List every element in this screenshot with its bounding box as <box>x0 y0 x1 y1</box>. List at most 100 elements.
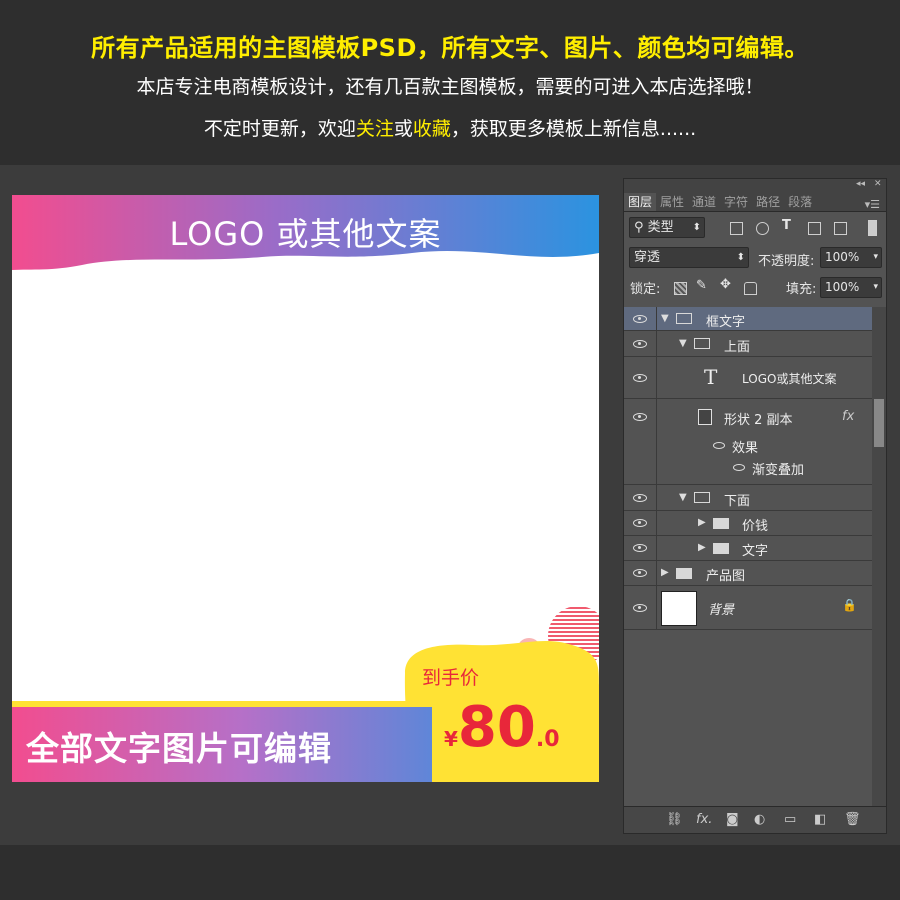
visibility-toggle[interactable] <box>624 399 657 435</box>
lock-transparency-icon[interactable] <box>674 282 687 295</box>
opacity-value: 100% <box>825 250 860 264</box>
favorite-highlight: 收藏 <box>412 118 451 140</box>
filter-select[interactable]: ⚲ 类型 ⬍ <box>629 217 705 238</box>
collapse-arrow-icon[interactable]: ▶ <box>698 517 706 528</box>
fill-field[interactable]: 100% ▾ <box>820 277 882 298</box>
pixel-filter-icon[interactable] <box>730 222 743 235</box>
layer-name: 价钱 <box>742 519 769 534</box>
folder-icon <box>694 338 710 349</box>
visibility-toggle[interactable] <box>624 457 657 484</box>
eye-icon <box>633 413 647 421</box>
layer-row-lower[interactable]: ▼ 下面 <box>624 485 872 511</box>
new-group-icon[interactable]: ▭ <box>784 812 796 827</box>
tab-layers[interactable]: 图层 <box>624 193 657 211</box>
lock-brush-icon[interactable]: ✎ <box>696 278 707 293</box>
filter-stepper-icon: ⬍ <box>692 222 701 233</box>
opacity-field[interactable]: 100% ▾ <box>820 247 882 268</box>
folder-icon <box>676 313 692 324</box>
expand-arrow-icon[interactable]: ▼ <box>679 492 687 503</box>
add-mask-icon[interactable]: ◙ <box>726 812 739 827</box>
opacity-dropdown-icon: ▾ <box>873 252 878 262</box>
panel-menu-icon[interactable]: ▾☰ <box>865 198 886 211</box>
visibility-toggle[interactable] <box>624 357 657 398</box>
new-adjustment-icon[interactable]: ◐ <box>754 812 765 827</box>
delete-layer-icon[interactable]: 🗑 <box>844 812 861 827</box>
shape-filter-icon[interactable] <box>808 222 821 235</box>
adjustment-filter-icon[interactable] <box>756 222 769 235</box>
blend-row: 穿透 ⬍ 不透明度: 100% ▾ <box>624 242 886 272</box>
close-icon[interactable]: ✕ <box>874 179 882 189</box>
layer-row-shape-copy[interactable]: 形状 2 副本 fx <box>624 399 872 435</box>
expand-arrow-icon[interactable]: ▼ <box>679 338 687 349</box>
tab-properties[interactable]: 属性 <box>656 193 688 211</box>
layer-row-logo-text[interactable]: T LOGO或其他文案 <box>624 357 872 399</box>
folder-icon <box>676 568 692 579</box>
layer-name: 框文字 <box>706 315 746 330</box>
visibility-toggle[interactable] <box>624 485 657 510</box>
layers-scrollbar[interactable] <box>872 307 886 807</box>
layer-name: 形状 2 副本 <box>724 413 793 428</box>
layer-name: 上面 <box>724 340 751 355</box>
layer-row-text[interactable]: ▶ 文字 <box>624 536 872 561</box>
fx-icon[interactable]: fx <box>842 409 854 424</box>
effects-row[interactable]: 效果 <box>624 435 872 457</box>
tab-paths[interactable]: 路径 <box>752 193 784 211</box>
new-layer-icon[interactable]: ◧ <box>814 812 826 827</box>
type-filter-icon[interactable]: T <box>782 218 791 233</box>
tab-paragraph[interactable]: 段落 <box>784 193 816 211</box>
folder-icon <box>713 518 729 529</box>
eye-icon[interactable] <box>713 442 725 449</box>
opacity-label: 不透明度: <box>758 254 815 269</box>
collapse-arrow-icon[interactable]: ▶ <box>661 567 669 578</box>
tab-character[interactable]: 字符 <box>720 193 752 211</box>
headline-tertiary: 不定时更新，欢迎关注或收藏，获取更多模板上新信息...... <box>0 114 900 141</box>
link-layers-icon[interactable]: ⛓ <box>666 812 683 827</box>
eye-icon <box>633 569 647 577</box>
folder-icon <box>713 543 729 554</box>
filter-toggle-icon[interactable] <box>868 220 877 236</box>
layer-row-product-image[interactable]: ▶ 产品图 <box>624 561 872 586</box>
headline-text-a: 不定时更新，欢迎 <box>203 118 356 140</box>
layer-row-upper[interactable]: ▼ 上面 <box>624 331 872 357</box>
eye-icon <box>633 494 647 502</box>
expand-arrow-icon[interactable]: ▼ <box>661 313 669 324</box>
panel-tabs: 图层 属性 通道 字符 路径 段落 ▾☰ <box>624 191 886 212</box>
layers-panel: ◂◂ ✕ 图层 属性 通道 字符 路径 段落 ▾☰ ⚲ 类型 ⬍ T 穿透 ⬍ 不透… <box>623 178 887 834</box>
scrollbar-thumb[interactable] <box>874 399 884 447</box>
filter-label: 类型 <box>647 220 674 235</box>
tab-channels[interactable]: 通道 <box>688 193 720 211</box>
lock-all-icon[interactable] <box>744 282 757 295</box>
smart-object-filter-icon[interactable] <box>834 222 847 235</box>
eye-icon <box>633 604 647 612</box>
fill-label: 填充: <box>786 282 817 297</box>
eye-icon[interactable] <box>733 464 745 471</box>
document-canvas[interactable]: LOGO 或其他文案 全部文字图片可编辑 到手价 ¥80.0 <box>12 195 599 782</box>
gradient-overlay-row[interactable]: 渐变叠加 <box>624 457 872 485</box>
editable-caption: 全部文字图片可编辑 <box>26 729 332 768</box>
visibility-toggle[interactable] <box>624 536 657 560</box>
collapse-arrow-icon[interactable]: ▶ <box>698 542 706 553</box>
shape-layer-icon <box>698 409 712 425</box>
visibility-toggle[interactable] <box>624 435 657 457</box>
visibility-toggle[interactable] <box>624 331 657 356</box>
visibility-toggle[interactable] <box>624 307 657 330</box>
fill-value: 100% <box>825 280 860 294</box>
visibility-toggle[interactable] <box>624 586 657 629</box>
filter-row: ⚲ 类型 ⬍ T <box>624 212 886 242</box>
blend-mode-select[interactable]: 穿透 ⬍ <box>629 247 749 268</box>
visibility-toggle[interactable] <box>624 561 657 585</box>
layer-name: LOGO或其他文案 <box>742 372 837 386</box>
fill-dropdown-icon: ▾ <box>873 282 878 292</box>
layer-row-background[interactable]: 背景 🔒 <box>624 586 872 630</box>
layer-name: 产品图 <box>706 569 746 584</box>
visibility-toggle[interactable] <box>624 511 657 535</box>
collapse-icon[interactable]: ◂◂ <box>856 179 865 189</box>
eye-icon <box>633 315 647 323</box>
lock-label: 锁定: <box>630 282 661 297</box>
add-style-icon[interactable]: fx. <box>696 812 712 827</box>
eye-icon <box>633 340 647 348</box>
layer-row-price[interactable]: ▶ 价钱 <box>624 511 872 536</box>
eye-icon <box>633 519 647 527</box>
layer-row-frame-text[interactable]: ▼ 框文字 <box>624 307 872 331</box>
lock-move-icon[interactable]: ✥ <box>720 277 731 292</box>
